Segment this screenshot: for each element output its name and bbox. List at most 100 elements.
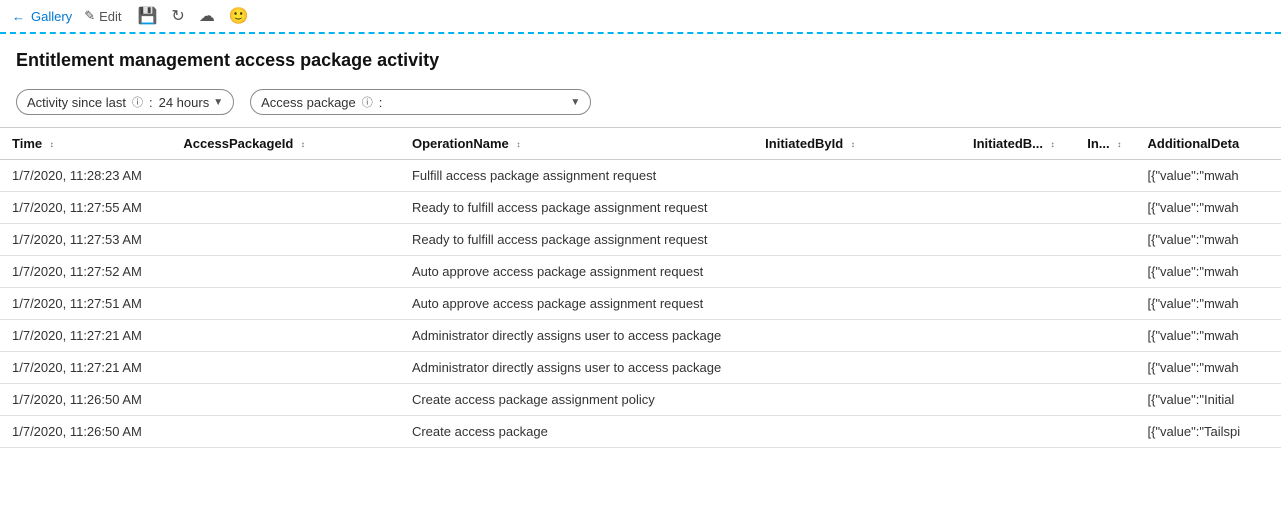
cell-additionalDeta: [{"value":"mwah: [1135, 192, 1281, 224]
data-table-container: Time ↕ AccessPackageId ↕ OperationName ↕…: [0, 127, 1281, 448]
sort-time-icon: ↕: [50, 141, 54, 149]
cell-time: 1/7/2020, 11:27:21 AM: [0, 352, 171, 384]
cell-additionalDeta: [{"value":"mwah: [1135, 288, 1281, 320]
cell-initiatedB: [961, 224, 1075, 256]
cell-in: [1075, 352, 1135, 384]
back-button[interactable]: ← Gallery: [12, 9, 72, 24]
col-initiated-b-label: InitiatedB...: [973, 136, 1043, 151]
col-header-in[interactable]: In... ↕: [1075, 128, 1135, 160]
col-header-additional-deta[interactable]: AdditionalDeta: [1135, 128, 1281, 160]
access-package-filter[interactable]: Access package ⓘ : ▼: [250, 89, 591, 115]
top-bar: ← Gallery ✎ Edit 💾 ↻ ☁ 🙂: [0, 0, 1281, 34]
cell-initiatedById: [753, 384, 961, 416]
access-info-icon[interactable]: ⓘ: [362, 94, 373, 110]
table-row: 1/7/2020, 11:27:21 AMAdministrator direc…: [0, 352, 1281, 384]
refresh-icon[interactable]: ↻: [171, 6, 184, 26]
emoji-icon[interactable]: 🙂: [229, 6, 249, 26]
cell-additionalDeta: [{"value":"Initial: [1135, 384, 1281, 416]
access-package-input[interactable]: [388, 95, 564, 110]
cell-initiatedById: [753, 192, 961, 224]
table-row: 1/7/2020, 11:27:52 AMAuto approve access…: [0, 256, 1281, 288]
table-row: 1/7/2020, 11:28:23 AM Fulfill access pack…: [0, 160, 1281, 192]
col-header-access-package-id[interactable]: AccessPackageId ↕: [171, 128, 400, 160]
table-row: 1/7/2020, 11:26:50 AM Create access packa…: [0, 384, 1281, 416]
cell-initiatedById: [753, 320, 961, 352]
table-row: 1/7/2020, 11:26:50 AMCreate access packa…: [0, 416, 1281, 448]
cell-accessPackageId: [171, 320, 400, 352]
access-package-label: Access package: [261, 95, 356, 110]
cell-initiatedById: [753, 224, 961, 256]
activity-label: Activity since last: [27, 95, 126, 110]
pencil-icon: ✎: [84, 8, 95, 24]
filters-row: Activity since last ⓘ : 24 hours ▼ Acces…: [0, 81, 1281, 127]
col-time-label: Time: [12, 136, 42, 151]
activity-select[interactable]: 24 hours ▼: [159, 95, 224, 110]
cell-operationName: Create access package assignment policy: [400, 384, 753, 416]
page-title: Entitlement management access package ac…: [0, 34, 1281, 81]
cell-initiatedB: [961, 288, 1075, 320]
edit-label: Edit: [99, 9, 121, 24]
cell-time: 1/7/2020, 11:28:23 AM: [0, 160, 171, 192]
table-row: 1/7/2020, 11:27:53 AM Ready to fulfill ac…: [0, 224, 1281, 256]
cell-accessPackageId: [171, 352, 400, 384]
cell-accessPackageId: [171, 256, 400, 288]
cell-in: [1075, 256, 1135, 288]
cell-time: 1/7/2020, 11:27:55 AM: [0, 192, 171, 224]
col-header-time[interactable]: Time ↕: [0, 128, 171, 160]
cell-initiatedById: [753, 416, 961, 448]
cell-operationName: Fulfill access package assignment reques…: [400, 160, 753, 192]
cell-operationName: Ready to fulfill access package assignme…: [400, 224, 753, 256]
cell-accessPackageId: [171, 288, 400, 320]
sort-op-name-icon: ↕: [516, 141, 520, 149]
col-in-label: In...: [1087, 136, 1109, 151]
cell-accessPackageId: [171, 384, 400, 416]
table-header: Time ↕ AccessPackageId ↕ OperationName ↕…: [0, 128, 1281, 160]
cell-in: [1075, 320, 1135, 352]
cell-in: [1075, 224, 1135, 256]
col-access-pkg-id-label: AccessPackageId: [183, 136, 293, 151]
cell-initiatedB: [961, 352, 1075, 384]
activity-info-icon[interactable]: ⓘ: [132, 94, 143, 110]
cell-in: [1075, 416, 1135, 448]
cell-in: [1075, 160, 1135, 192]
cell-additionalDeta: [{"value":"mwah: [1135, 320, 1281, 352]
cell-accessPackageId: [171, 160, 400, 192]
cell-time: 1/7/2020, 11:27:51 AM: [0, 288, 171, 320]
save-icon[interactable]: 💾: [138, 6, 158, 26]
access-colon: :: [379, 95, 383, 110]
cell-time: 1/7/2020, 11:26:50 AM: [0, 384, 171, 416]
cell-in: [1075, 192, 1135, 224]
cell-additionalDeta: [{"value":"mwah: [1135, 352, 1281, 384]
cell-in: [1075, 384, 1135, 416]
cell-initiatedB: [961, 192, 1075, 224]
table-row: 1/7/2020, 11:27:51 AMAuto approve access…: [0, 288, 1281, 320]
data-table: Time ↕ AccessPackageId ↕ OperationName ↕…: [0, 127, 1281, 448]
access-chevron-down-icon: ▼: [570, 97, 580, 108]
sort-initiated-b-icon: ↕: [1051, 141, 1055, 149]
col-header-operation-name[interactable]: OperationName ↕: [400, 128, 753, 160]
table-row: 1/7/2020, 11:27:55 AMReady to fulfill ac…: [0, 192, 1281, 224]
cell-time: 1/7/2020, 11:27:53 AM: [0, 224, 171, 256]
col-header-initiated-by-id[interactable]: InitiatedById ↕: [753, 128, 961, 160]
cell-initiatedB: [961, 416, 1075, 448]
sort-access-pkg-id-icon: ↕: [301, 141, 305, 149]
cell-initiatedById: [753, 352, 961, 384]
toolbar-icons: 💾 ↻ ☁ 🙂: [138, 6, 249, 26]
activity-filter[interactable]: Activity since last ⓘ : 24 hours ▼: [16, 89, 234, 115]
cell-accessPackageId: [171, 416, 400, 448]
table-body: 1/7/2020, 11:28:23 AM Fulfill access pack…: [0, 160, 1281, 448]
activity-colon: :: [149, 95, 153, 110]
cell-accessPackageId: [171, 192, 400, 224]
back-arrow-icon: ←: [12, 9, 25, 24]
cell-initiatedById: [753, 288, 961, 320]
table-row: 1/7/2020, 11:27:21 AMAdministrator direc…: [0, 320, 1281, 352]
sort-in-icon: ↕: [1117, 141, 1121, 149]
edit-button[interactable]: ✎ Edit: [84, 8, 121, 24]
cell-initiatedById: [753, 160, 961, 192]
gallery-label[interactable]: Gallery: [31, 9, 72, 24]
cell-operationName: Auto approve access package assignment r…: [400, 256, 753, 288]
cell-additionalDeta: [{"value":"mwah: [1135, 256, 1281, 288]
cloud-icon[interactable]: ☁: [199, 6, 215, 26]
cell-time: 1/7/2020, 11:26:50 AM: [0, 416, 171, 448]
col-header-initiated-b[interactable]: InitiatedB... ↕: [961, 128, 1075, 160]
